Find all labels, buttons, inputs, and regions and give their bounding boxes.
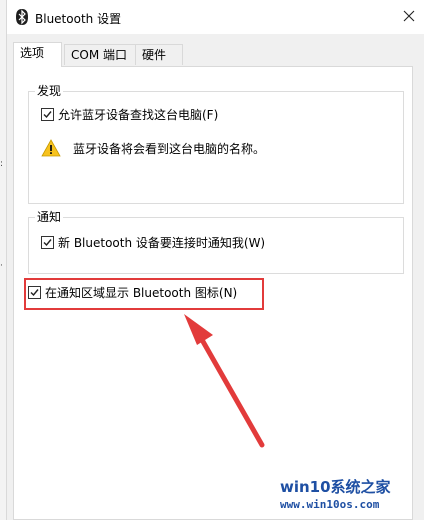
tab-options-label: 选项 [20,46,45,60]
background-edge-glyph: : [0,160,4,169]
background-window-edge [0,0,7,520]
tab-options[interactable]: 选项 [13,42,62,67]
watermark: win10系统之家 www.win10os.com [280,474,421,516]
annotation-arrow-icon [184,314,265,448]
watermark-logo-text: win10系统之家 [280,478,391,496]
background-edge-glyph: · [0,262,3,271]
bluetooth-settings-dialog: Bluetooth 设置 选项 COM 端口 硬件 发现 允许蓝牙设备查找这台电… [7,0,424,520]
watermark-url: www.win10os.com [280,498,380,511]
